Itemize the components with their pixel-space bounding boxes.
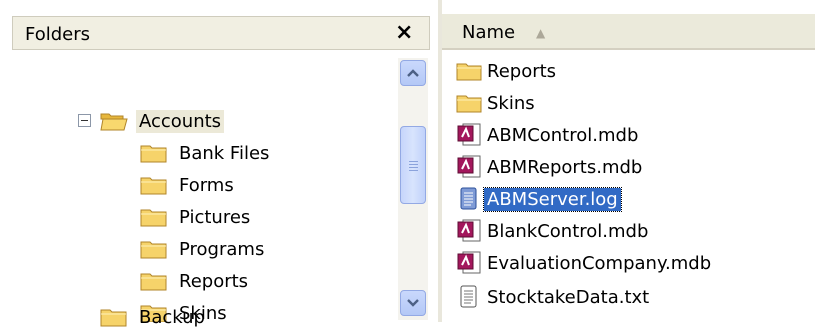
tree-item-reports[interactable]: Reports bbox=[140, 266, 251, 296]
folder-icon bbox=[456, 63, 482, 81]
scroll-up-button[interactable] bbox=[400, 60, 426, 86]
tree-item-label: Accounts bbox=[136, 109, 225, 133]
file-item-abmserver-log[interactable]: ABMServer.log bbox=[456, 184, 622, 214]
folder-icon bbox=[100, 309, 127, 327]
file-item-label: Reports bbox=[487, 60, 557, 82]
file-list-pane: Name ▲ Reports Skins ABMControl.mdb ABMR… bbox=[442, 0, 815, 322]
file-item-abmreports[interactable]: ABMReports.mdb bbox=[456, 152, 645, 182]
folders-pane: Folders × Accounts Bank Files Forms Pict… bbox=[0, 0, 430, 328]
tree-scrollbar[interactable] bbox=[398, 58, 428, 320]
tree-item-bank-files[interactable]: Bank Files bbox=[140, 138, 272, 168]
chevron-down-icon bbox=[407, 299, 419, 307]
scroll-down-button[interactable] bbox=[400, 290, 426, 316]
file-item-reports[interactable]: Reports bbox=[456, 56, 559, 86]
folder-icon bbox=[140, 273, 167, 291]
tree-item-backup-row[interactable]: Backup bbox=[100, 302, 208, 332]
file-item-skins[interactable]: Skins bbox=[456, 88, 538, 118]
folder-tree: Accounts Bank Files Forms Pictures Progr… bbox=[12, 50, 386, 322]
close-icon[interactable]: × bbox=[395, 20, 413, 45]
sort-ascending-icon: ▲ bbox=[536, 26, 546, 40]
file-item-label: Skins bbox=[487, 92, 535, 114]
folders-header: Folders × bbox=[12, 16, 430, 50]
tree-item-label: Forms bbox=[179, 174, 234, 196]
access-db-icon bbox=[457, 123, 481, 146]
collapse-toggle-icon[interactable] bbox=[78, 114, 91, 127]
folder-icon bbox=[456, 95, 482, 113]
file-item-stocktakedata[interactable]: StocktakeData.txt bbox=[456, 282, 652, 312]
file-item-evaluationcompany[interactable]: EvaluationCompany.mdb bbox=[456, 248, 714, 278]
tree-item-label: Backup bbox=[139, 306, 205, 328]
folder-open-icon bbox=[100, 113, 128, 131]
file-item-label: ABMReports.mdb bbox=[487, 156, 643, 178]
file-item-abmcontrol[interactable]: ABMControl.mdb bbox=[456, 120, 641, 150]
tree-item-label: Bank Files bbox=[179, 142, 270, 164]
file-item-label: BlankControl.mdb bbox=[487, 220, 649, 242]
tree-item-forms[interactable]: Forms bbox=[140, 170, 237, 200]
tree-item-accounts[interactable]: Accounts bbox=[100, 106, 225, 136]
name-column-header[interactable]: Name ▲ bbox=[442, 14, 815, 50]
tree-item-label: Reports bbox=[179, 270, 249, 292]
folder-icon bbox=[140, 145, 167, 163]
file-item-label: StocktakeData.txt bbox=[487, 286, 650, 308]
access-db-icon bbox=[457, 155, 481, 178]
file-item-blankcontrol[interactable]: BlankControl.mdb bbox=[456, 216, 651, 246]
name-column-label: Name bbox=[462, 22, 516, 43]
folder-icon bbox=[140, 177, 167, 195]
chevron-up-icon bbox=[407, 69, 419, 77]
tree-item-programs[interactable]: Programs bbox=[140, 234, 267, 264]
tree-item-label: Pictures bbox=[179, 206, 251, 228]
access-db-icon bbox=[457, 219, 481, 242]
tree-item-pictures[interactable]: Pictures bbox=[140, 202, 253, 232]
text-file-icon bbox=[460, 285, 477, 308]
folders-title: Folders bbox=[25, 24, 91, 45]
tree-item-label: Programs bbox=[179, 238, 265, 260]
file-item-label: ABMControl.mdb bbox=[487, 124, 639, 146]
file-item-label: ABMServer.log bbox=[483, 186, 622, 212]
folder-icon bbox=[140, 241, 167, 259]
log-file-icon bbox=[460, 187, 477, 210]
folder-icon bbox=[140, 209, 167, 227]
scrollbar-thumb[interactable] bbox=[400, 126, 426, 204]
access-db-icon bbox=[457, 251, 481, 274]
file-item-label: EvaluationCompany.mdb bbox=[487, 252, 712, 274]
